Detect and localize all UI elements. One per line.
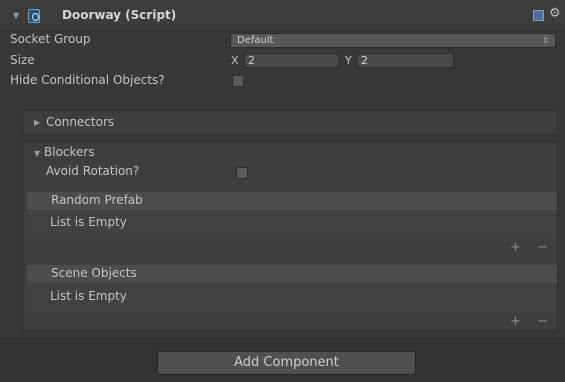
size-x-field[interactable]: 2 bbox=[244, 53, 339, 68]
script-icon bbox=[28, 9, 40, 23]
remove-item-button[interactable]: − bbox=[537, 240, 548, 255]
remove-item-button[interactable]: − bbox=[537, 314, 548, 329]
size-x-label: X bbox=[231, 54, 239, 67]
scene-objects-empty-text: List is Empty bbox=[50, 289, 127, 303]
blockers-foldout[interactable]: Blockers bbox=[44, 145, 95, 159]
random-prefab-empty-text: List is Empty bbox=[50, 215, 127, 229]
size-label: Size bbox=[10, 53, 35, 67]
scene-objects-header-label: Scene Objects bbox=[51, 266, 137, 280]
socket-group-dropdown[interactable]: Default ⇕ bbox=[230, 33, 556, 48]
size-y-label: Y bbox=[345, 54, 352, 67]
avoid-rotation-label: Avoid Rotation? bbox=[46, 164, 140, 178]
avoid-rotation-checkbox[interactable] bbox=[236, 167, 248, 179]
foldout-expanded-icon[interactable]: ▼ bbox=[13, 11, 19, 20]
dropdown-arrow-icon: ⇕ bbox=[542, 36, 549, 45]
foldout-collapsed-icon[interactable]: ▶ bbox=[34, 118, 40, 127]
add-item-button[interactable]: + bbox=[510, 240, 521, 255]
add-component-button[interactable]: Add Component bbox=[157, 351, 416, 375]
gear-icon[interactable]: ⚙ bbox=[549, 6, 561, 21]
size-y-field[interactable]: 2 bbox=[357, 53, 454, 68]
random-prefab-header-label: Random Prefab bbox=[51, 193, 143, 207]
hide-conditional-label: Hide Conditional Objects? bbox=[10, 73, 165, 87]
component-title: Doorway (Script) bbox=[62, 8, 177, 22]
size-y-value: 2 bbox=[361, 54, 368, 67]
connectors-foldout[interactable]: Connectors bbox=[46, 115, 114, 129]
help-icon[interactable] bbox=[533, 10, 544, 21]
add-item-button[interactable]: + bbox=[510, 314, 521, 329]
hide-conditional-checkbox[interactable] bbox=[232, 75, 244, 87]
foldout-expanded-icon[interactable]: ▼ bbox=[34, 149, 40, 158]
socket-group-value: Default bbox=[237, 35, 274, 46]
socket-group-label: Socket Group bbox=[10, 32, 91, 46]
size-x-value: 2 bbox=[248, 54, 255, 67]
